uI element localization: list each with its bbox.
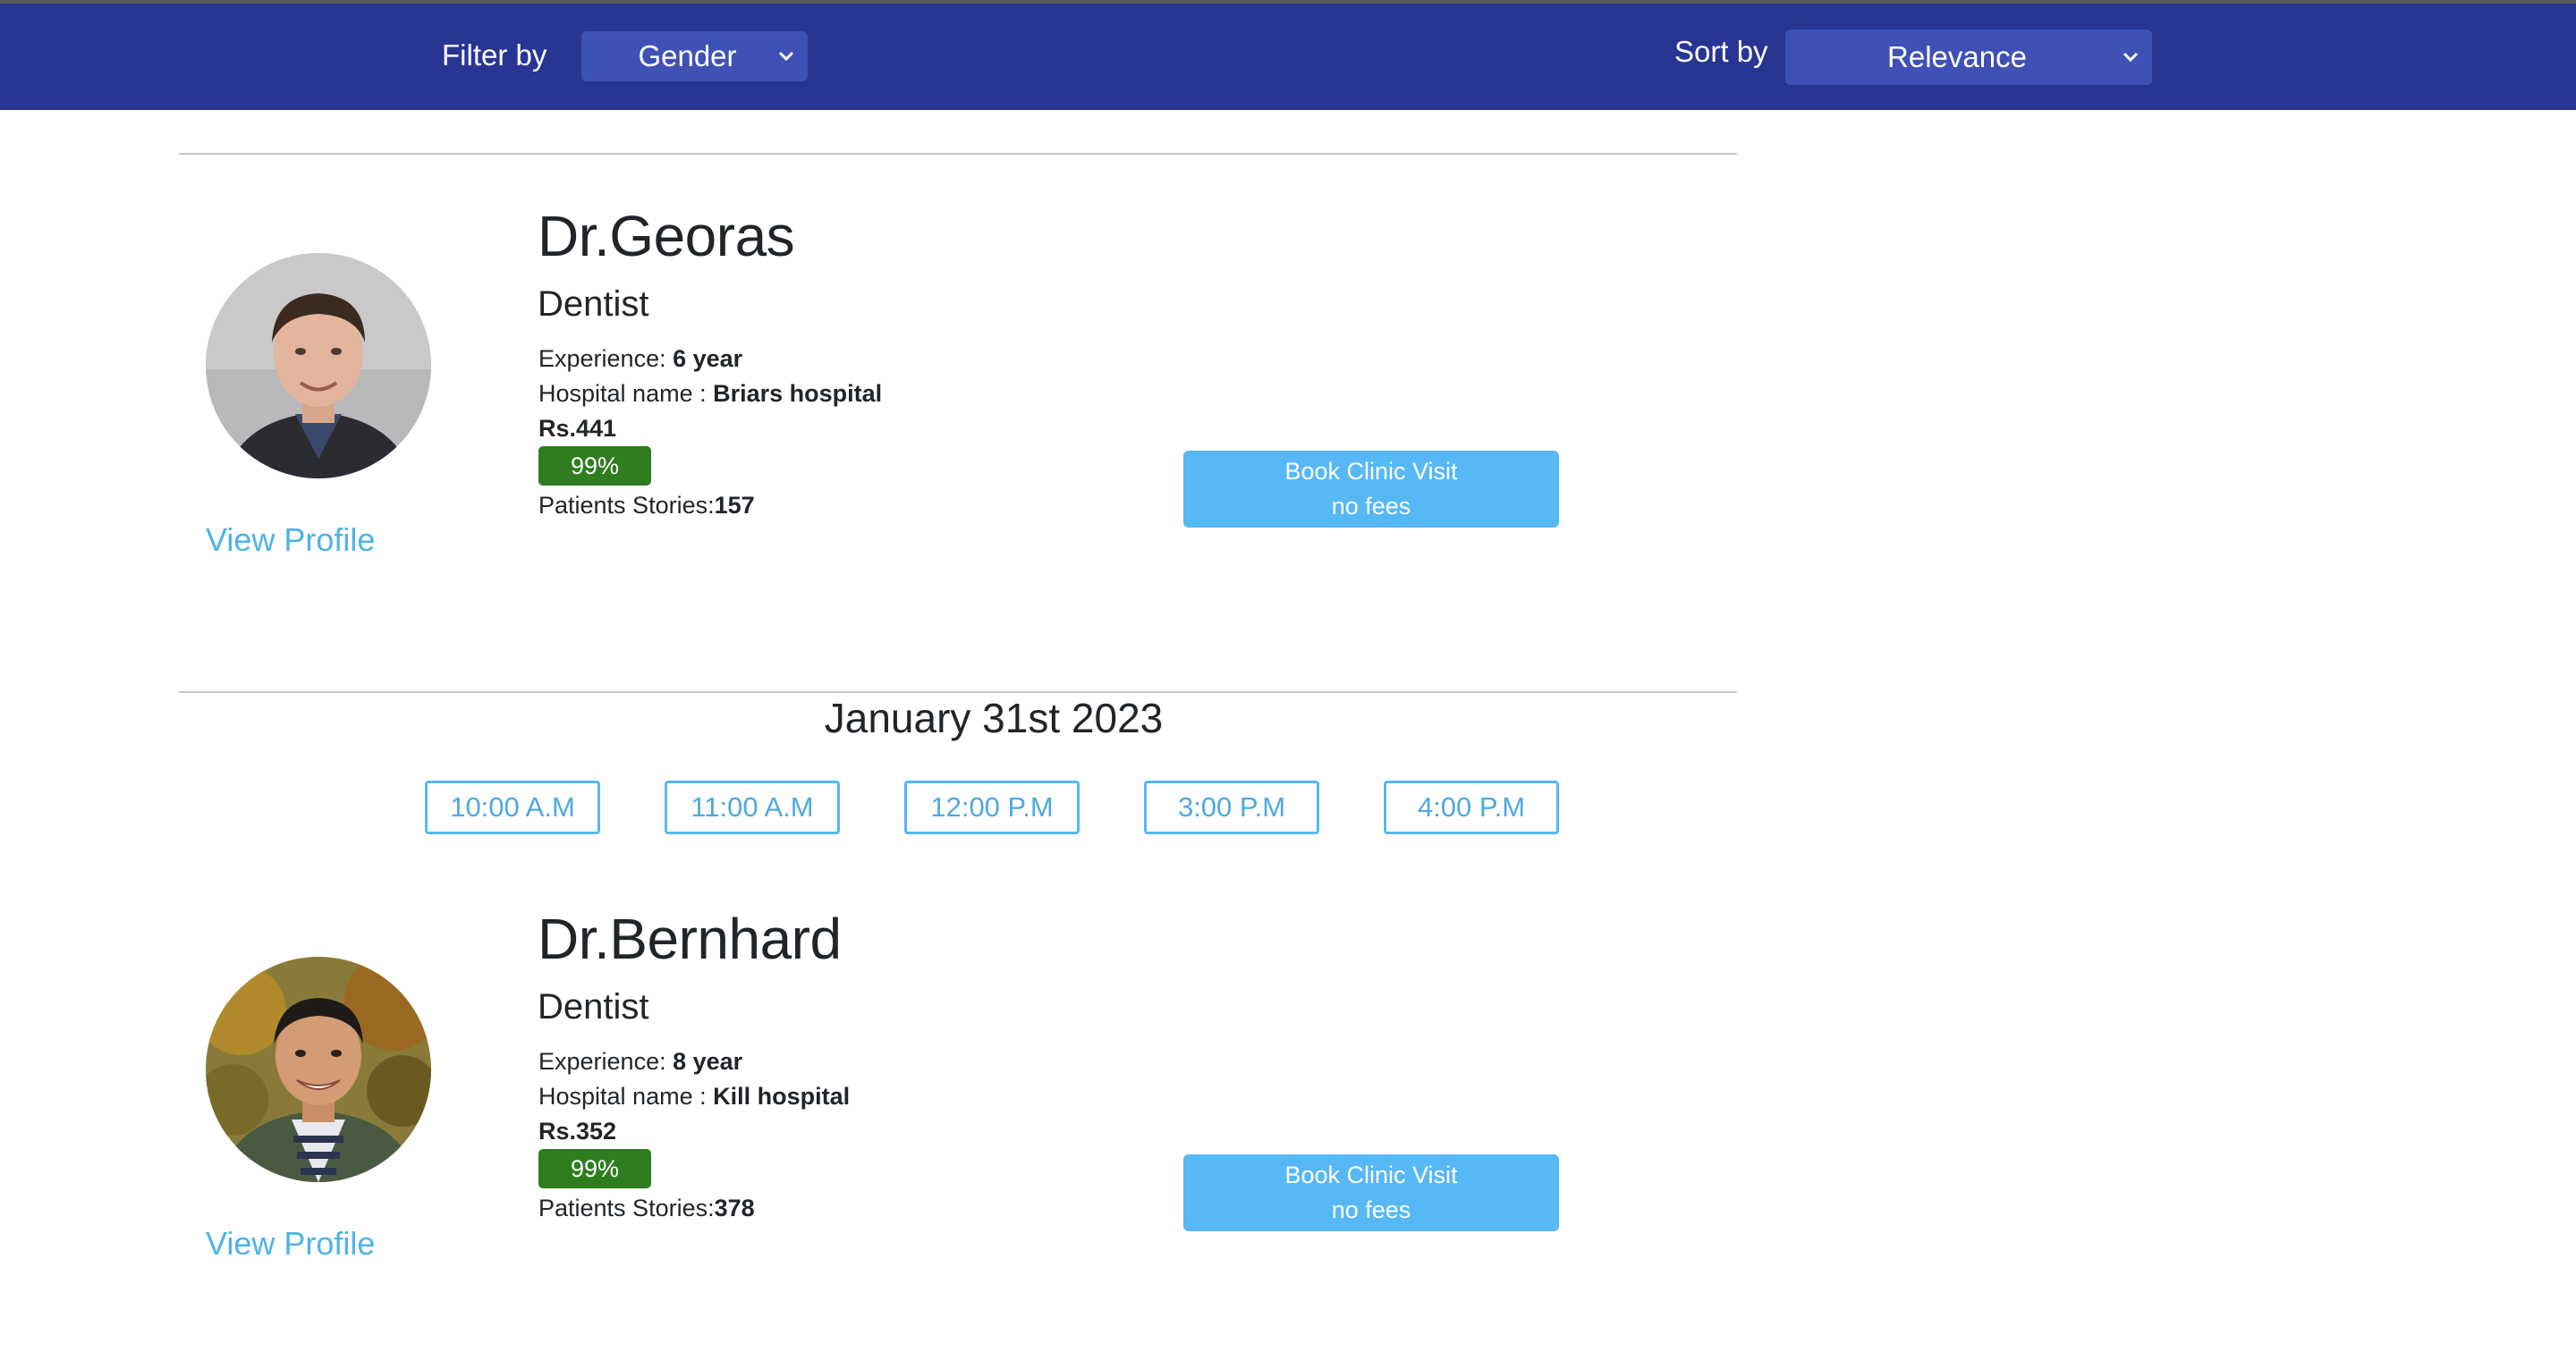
time-slot-button[interactable]: 11:00 A.M [665, 781, 840, 834]
consultation-fee: Rs.441 [538, 415, 617, 442]
hospital-line: Hospital name : Kill hospital [538, 1083, 850, 1111]
doctor-name: Dr.Georas [538, 204, 795, 268]
book-button-line2: no fees [1331, 493, 1411, 520]
doctor-name: Dr.Bernhard [538, 907, 842, 971]
sort-select[interactable]: Relevance [1785, 30, 2152, 85]
section-divider [179, 691, 1737, 693]
view-profile-link[interactable]: View Profile [206, 521, 375, 559]
time-slot-button[interactable]: 10:00 A.M [425, 781, 600, 834]
hospital-label: Hospital name : [538, 380, 714, 407]
section-divider [179, 153, 1737, 155]
book-button-line1: Book Clinic Visit [1284, 1162, 1458, 1188]
experience-value: 6 year [673, 345, 743, 372]
sort-value: Relevance [1887, 40, 2027, 73]
fee-line: Rs.441 [538, 415, 616, 443]
book-button-line2: no fees [1331, 1196, 1411, 1223]
gender-filter-select[interactable]: Gender [581, 31, 808, 81]
view-profile-link[interactable]: View Profile [206, 1225, 375, 1263]
time-slot-button[interactable]: 12:00 P.M [904, 781, 1080, 834]
book-button-line1: Book Clinic Visit [1284, 458, 1458, 485]
schedule-date: January 31st 2023 [824, 695, 1164, 741]
stories-line: Patients Stories:157 [538, 492, 755, 520]
stories-line: Patients Stories:378 [538, 1195, 755, 1222]
chevron-down-icon [778, 51, 794, 62]
stories-label: Patients Stories: [538, 492, 715, 519]
experience-line: Experience: 8 year [538, 1048, 742, 1076]
experience-line: Experience: 6 year [538, 345, 742, 373]
doctor-specialty: Dentist [538, 284, 649, 324]
hospital-label: Hospital name : [538, 1083, 714, 1110]
stories-count: 157 [714, 492, 755, 519]
filter-label: Filter by [442, 38, 547, 72]
hospital-value: Briars hospital [713, 380, 883, 407]
book-clinic-visit-button[interactable]: Book Clinic Visit no fees [1183, 1154, 1559, 1231]
chevron-down-icon [2123, 52, 2139, 63]
consultation-fee: Rs.352 [538, 1118, 617, 1145]
experience-label: Experience: [538, 1048, 674, 1075]
stories-label: Patients Stories: [538, 1195, 715, 1221]
rating-badge: 99% [538, 446, 651, 486]
fee-line: Rs.352 [538, 1118, 616, 1145]
hospital-line: Hospital name : Briars hospital [538, 380, 882, 408]
doctor-avatar [206, 957, 431, 1182]
hospital-value: Kill hospital [713, 1083, 851, 1110]
gender-filter-value: Gender [638, 39, 737, 72]
rating-badge: 99% [538, 1149, 651, 1188]
time-slot-button[interactable]: 3:00 P.M [1144, 781, 1319, 834]
book-clinic-visit-button[interactable]: Book Clinic Visit no fees [1183, 451, 1559, 528]
time-slot-button[interactable]: 4:00 P.M [1384, 781, 1559, 834]
sort-label: Sort by [1674, 35, 1768, 68]
experience-value: 8 year [673, 1048, 743, 1075]
experience-label: Experience: [538, 345, 674, 372]
doctor-avatar [206, 253, 431, 478]
stories-count: 378 [714, 1195, 755, 1221]
doctor-specialty: Dentist [538, 987, 649, 1027]
top-navigation-bar: Filter by Gender Sort by Relevance [0, 0, 2576, 110]
